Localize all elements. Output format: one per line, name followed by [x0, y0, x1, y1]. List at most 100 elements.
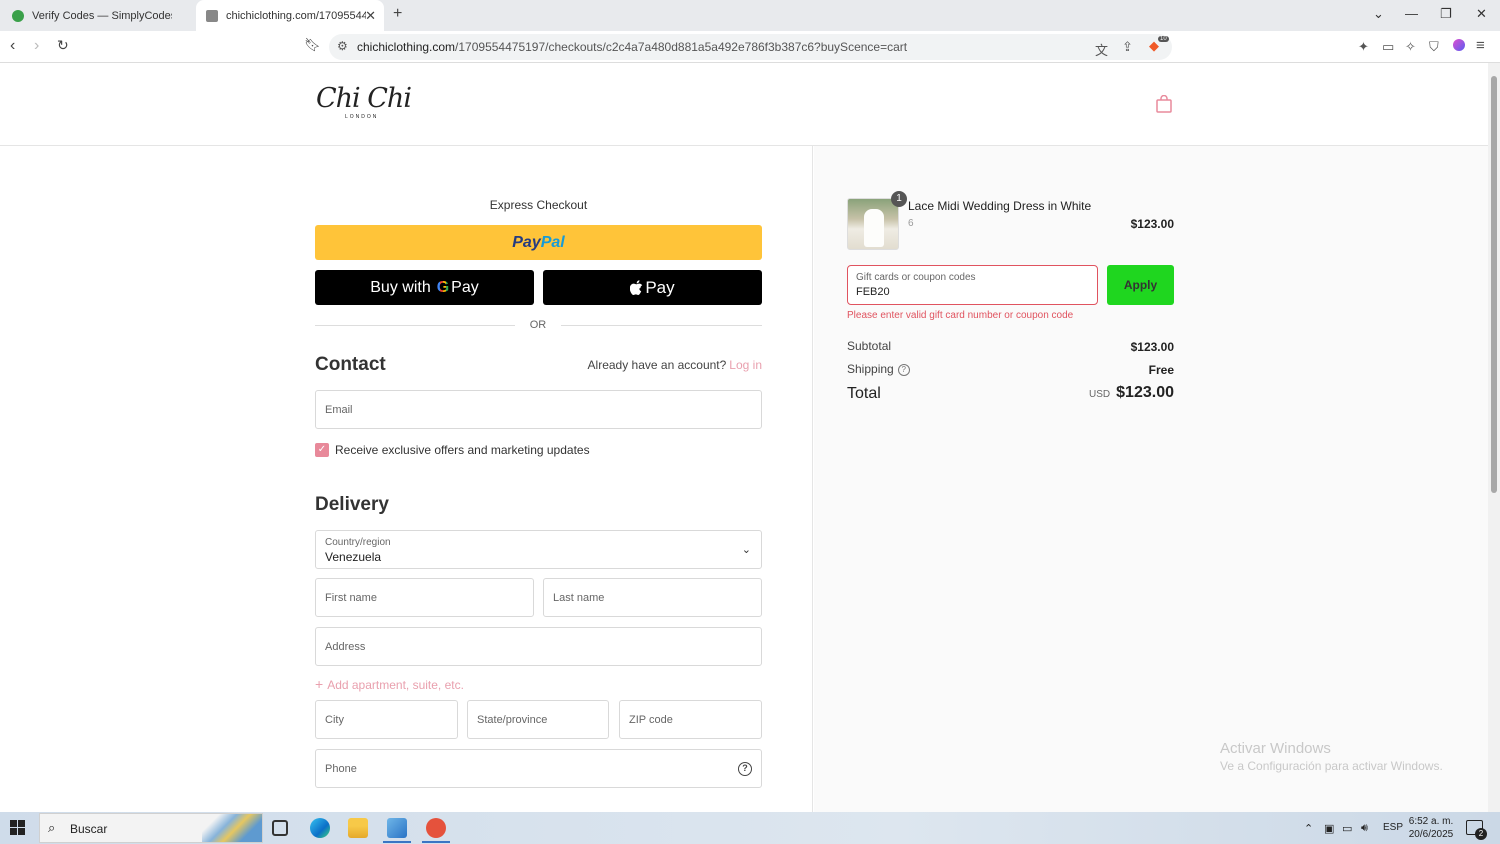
country-label: Country/region — [325, 537, 391, 548]
taskbar-search[interactable]: ⌕ Buscar — [39, 813, 263, 843]
paypal-logo-part2: Pal — [540, 233, 565, 251]
profile-avatar[interactable] — [1453, 39, 1465, 51]
state-field[interactable]: State/province — [467, 700, 609, 739]
active-app-indicator — [422, 841, 450, 843]
last-name-field[interactable]: Last name — [543, 578, 762, 617]
scrollbar-thumb[interactable] — [1491, 76, 1497, 493]
url-field[interactable]: ⚙ chichiclothing.com/1709554475197/check… — [329, 34, 1172, 60]
phone-placeholder: Phone — [325, 763, 357, 775]
add-apartment-link[interactable]: + Add apartment, suite, etc. — [315, 676, 464, 692]
clock-time: 6:52 a. m. — [1408, 816, 1454, 827]
forward-icon[interactable]: › — [34, 37, 39, 55]
coupon-label: Gift cards or coupon codes — [856, 272, 976, 283]
subtotal-label: Subtotal — [847, 339, 892, 353]
marketing-checkbox[interactable]: ✓ — [315, 443, 329, 457]
divider-left — [315, 325, 515, 326]
city-placeholder: City — [325, 714, 344, 726]
shipping-value: Free — [1148, 363, 1174, 377]
active-app-indicator — [383, 841, 411, 843]
restore-icon[interactable]: ❐ — [1440, 6, 1452, 22]
bookmark-icon[interactable]: 🔖︎ — [304, 37, 321, 53]
login-link[interactable]: Log in — [729, 358, 762, 372]
email-placeholder: Email — [325, 404, 353, 416]
express-checkout-title: Express Checkout — [489, 198, 588, 212]
extensions-icon[interactable]: ✦ — [1358, 39, 1369, 55]
photos-app-icon[interactable] — [387, 818, 407, 838]
first-name-field[interactable]: First name — [315, 578, 534, 617]
google-pay-button[interactable]: Buy with G Pay — [315, 270, 534, 305]
tab-simplycodes[interactable]: Verify Codes — SimplyCodes — [0, 0, 193, 31]
shopping-bag-icon[interactable] — [1156, 95, 1172, 113]
tab-title: chichiclothing.com/1709554475 — [226, 9, 366, 22]
divider-right — [561, 325, 762, 326]
logo-text: Chi Chi — [316, 83, 412, 114]
site-settings-icon[interactable]: ⚙ — [337, 39, 348, 53]
reload-icon[interactable]: ↻ — [57, 37, 69, 54]
product-price: $123.00 — [1130, 217, 1174, 231]
total-label: Total — [847, 385, 881, 402]
file-explorer-icon[interactable] — [348, 818, 368, 838]
city-field[interactable]: City — [315, 700, 458, 739]
wallet-icon[interactable]: ▭ — [1382, 39, 1394, 55]
menu-icon[interactable]: ≡ — [1476, 37, 1485, 54]
quantity-badge: 1 — [891, 191, 907, 207]
taskbar-clock[interactable]: 6:52 a. m. 20/6/2025 — [1404, 815, 1458, 841]
close-window-icon[interactable]: ✕ — [1476, 6, 1487, 22]
zip-placeholder: ZIP code — [629, 714, 673, 726]
apple-logo-icon — [630, 280, 643, 295]
apple-pay-label: Pay — [645, 277, 675, 297]
email-field[interactable]: Email — [315, 390, 762, 429]
logo-subtext: LONDON — [345, 114, 379, 120]
paypal-button[interactable]: Pay Pal — [315, 225, 762, 260]
add-apartment-label: Add apartment, suite, etc. — [327, 678, 464, 692]
page-scrollbar[interactable] — [1488, 63, 1500, 812]
new-tab-icon[interactable]: + — [393, 5, 402, 23]
translate-icon[interactable]: 文 — [1095, 40, 1108, 59]
gpay-suffix: Pay — [451, 278, 479, 296]
address-field[interactable]: Address — [315, 627, 762, 666]
apple-pay-button[interactable]: Pay — [543, 270, 762, 305]
brave-browser-icon[interactable] — [426, 818, 446, 838]
country-select[interactable]: Country/region Venezuela ⌄ — [315, 530, 762, 569]
vpn-icon[interactable]: ⛉ — [1429, 39, 1439, 55]
close-tab-icon[interactable]: ✕ — [365, 8, 376, 24]
state-placeholder: State/province — [477, 714, 548, 726]
tab-chichi-checkout[interactable]: chichiclothing.com/1709554475 ✕ — [196, 0, 384, 31]
show-hidden-icons-chevron-icon[interactable]: ⌃ — [1304, 822, 1313, 835]
activation-watermark-title: Activar Windows — [1220, 740, 1331, 757]
country-value: Venezuela — [325, 550, 382, 564]
total-currency: USD — [1089, 389, 1111, 400]
share-icon[interactable]: ⇪ — [1122, 39, 1133, 55]
first-name-placeholder: First name — [325, 592, 377, 604]
tab-list-chevron-icon[interactable]: ⌄ — [1373, 6, 1384, 22]
chichi-logo[interactable]: Chi Chi LONDON — [316, 83, 412, 123]
windows-start-icon[interactable] — [10, 820, 25, 835]
subtotal-value: $123.00 — [1130, 340, 1174, 354]
coupon-input[interactable]: Gift cards or coupon codes FEB20 — [847, 265, 1098, 305]
zip-field[interactable]: ZIP code — [619, 700, 762, 739]
shipping-info-icon[interactable]: ? — [897, 363, 910, 376]
meet-now-icon[interactable]: ▣ — [1324, 822, 1334, 835]
network-icon[interactable]: ▭ — [1342, 822, 1352, 835]
help-icon[interactable]: ? — [738, 762, 752, 776]
task-view-icon[interactable] — [272, 820, 288, 836]
tab-title: Verify Codes — SimplyCodes — [32, 9, 172, 22]
shipping-label: Shipping — [847, 362, 894, 376]
address-placeholder: Address — [325, 641, 366, 653]
store-header: Chi Chi LONDON — [0, 63, 1488, 146]
taskbar-search-text: Buscar — [70, 822, 108, 836]
windows-taskbar: ⌕ Buscar ⌃ ▣ ▭ 🔊︎ ESP 6:52 a. m. 20/6/20… — [0, 812, 1500, 844]
minimize-icon[interactable]: — — [1405, 6, 1418, 21]
edge-icon[interactable] — [310, 818, 330, 838]
plus-icon: + — [315, 676, 324, 692]
phone-field[interactable]: Phone ? — [315, 749, 762, 788]
volume-icon[interactable]: 🔊︎ — [1361, 822, 1368, 835]
back-icon[interactable]: ‹ — [10, 37, 15, 55]
url-host: chichiclothing.com — [357, 40, 456, 54]
language-indicator[interactable]: ESP — [1383, 822, 1403, 833]
marketing-checkbox-label: Receive exclusive offers and marketing u… — [335, 443, 590, 457]
chevron-down-icon: ⌄ — [741, 544, 751, 556]
apply-button[interactable]: Apply — [1107, 265, 1174, 305]
url-path: /1709554475197/checkouts/c2c4a7a480d881a… — [455, 40, 908, 54]
leo-ai-icon[interactable]: ✧ — [1405, 39, 1416, 55]
